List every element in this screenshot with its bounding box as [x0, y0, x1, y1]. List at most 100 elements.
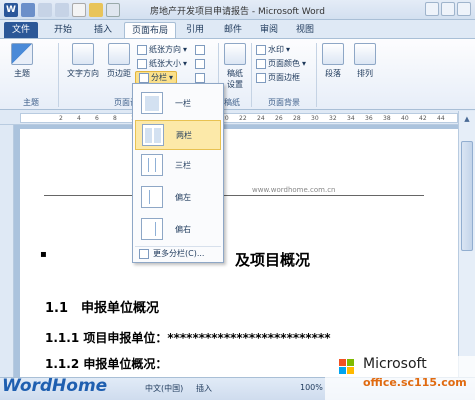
more-columns-item[interactable]: 更多分栏(C)...	[135, 246, 221, 260]
watermark-button[interactable]: 水印 ▾	[256, 43, 290, 56]
ruler-number: 24	[257, 115, 265, 122]
tab-insert[interactable]: 插入	[86, 22, 120, 38]
ruler-number: 22	[239, 115, 247, 122]
tab-review[interactable]: 审阅	[254, 22, 284, 38]
arrange-button[interactable]: 排列	[352, 43, 378, 79]
line-numbers-icon	[195, 58, 205, 69]
right-column-icon	[141, 218, 163, 240]
close-button[interactable]	[457, 2, 471, 16]
themes-icon	[11, 43, 33, 65]
group-separator	[58, 43, 59, 107]
page-color-button[interactable]: 页面颜色 ▾	[256, 57, 306, 70]
vertical-ruler[interactable]	[0, 125, 14, 385]
menu-item-three-columns[interactable]: 三栏	[135, 150, 221, 180]
print-preview-icon[interactable]	[106, 3, 120, 17]
maximize-button[interactable]	[441, 2, 455, 16]
microsoft-wordmark: Microsoft	[363, 356, 427, 372]
orientation-button[interactable]: 纸张方向 ▾	[137, 43, 187, 56]
menu-item-left[interactable]: 偏左	[135, 182, 221, 212]
size-button[interactable]: 纸张大小 ▾	[137, 57, 187, 70]
one-column-icon	[141, 92, 163, 114]
menu-item-one-column[interactable]: 一栏	[135, 88, 221, 118]
group-separator	[251, 43, 252, 107]
page-borders-button[interactable]: 页面边框	[256, 71, 300, 84]
minimize-button[interactable]	[425, 2, 439, 16]
chevron-down-icon: ▾	[183, 59, 188, 68]
document-page[interactable]: www.wordhome.com.cn ▪ 及项目概况 1.1 申报单位概况 1…	[20, 129, 458, 377]
orientation-icon	[137, 44, 147, 55]
language-status[interactable]: 中文(中国)	[145, 383, 183, 394]
columns-icon	[139, 72, 149, 83]
draft-group-label: 稿纸	[224, 98, 240, 107]
themes-button[interactable]: 主题	[8, 43, 36, 79]
tab-view[interactable]: 视图	[290, 22, 320, 38]
open-folder-icon[interactable]	[89, 3, 103, 17]
wordhome-logo: WordHome	[2, 376, 108, 396]
ribbon-tabs: 文件 开始 插入 页面布局 引用 邮件 审阅 视图	[0, 20, 475, 38]
page-color-icon	[256, 58, 266, 69]
draft-paper-icon	[224, 43, 246, 65]
breaks-icon	[195, 44, 205, 55]
ruler-number: 6	[95, 115, 99, 122]
new-doc-icon[interactable]	[72, 3, 86, 17]
horizontal-ruler[interactable]: 2468101214161820222426283032343638404244	[0, 111, 475, 125]
page-background-group-label: 页面背景	[268, 98, 300, 107]
page-size-icon	[137, 58, 147, 69]
document-area[interactable]: www.wordhome.com.cn ▪ 及项目概况 1.1 申报单位概况 1…	[14, 125, 458, 377]
heading-3-unit-overview: 1.1.2 申报单位概况：	[45, 357, 168, 371]
three-columns-icon	[141, 154, 163, 176]
menu-item-two-columns[interactable]: 两栏	[135, 120, 221, 150]
chevron-down-icon: ▾	[302, 59, 307, 68]
heading-1: 及项目概况	[235, 251, 311, 269]
group-separator	[316, 43, 317, 107]
insert-mode-status[interactable]: 插入	[196, 383, 212, 394]
ribbon: 主题 主题 文字方向 页边距 纸张方向 ▾ 纸张大小 ▾ 分栏 ▾ 页面设置 稿纸 设…	[0, 38, 475, 110]
watermark-icon	[256, 44, 266, 55]
tab-mailings[interactable]: 邮件	[218, 22, 248, 38]
page-borders-icon	[256, 72, 266, 83]
save-icon[interactable]	[21, 3, 35, 17]
chevron-down-icon: ▾	[183, 45, 188, 54]
columns-menu: 一栏 两栏 三栏 偏左 偏右 更多分栏(C)...	[132, 83, 224, 263]
line-numbers-button[interactable]	[195, 57, 205, 70]
columns-icon	[139, 248, 149, 259]
scroll-up-icon[interactable]: ▲	[461, 113, 473, 125]
vertical-scrollbar[interactable]: ▲	[458, 111, 475, 377]
tab-page-layout[interactable]: 页面布局	[124, 22, 176, 38]
ruler-number: 8	[113, 115, 117, 122]
tab-references[interactable]: 引用	[180, 22, 210, 38]
header-line	[44, 195, 424, 196]
ruler-number: 40	[401, 115, 409, 122]
windows-flag-icon	[339, 359, 355, 375]
ruler-number: 38	[383, 115, 391, 122]
draft-settings-button[interactable]: 稿纸 设置	[222, 43, 248, 90]
margins-icon	[108, 43, 130, 65]
hyphenation-icon	[195, 72, 205, 83]
menu-item-right[interactable]: 偏右	[135, 214, 221, 244]
ruler-number: 36	[365, 115, 373, 122]
window-title: 房地产开发项目申请报告 - Microsoft Word	[150, 7, 325, 17]
text-direction-button[interactable]: 文字方向	[63, 43, 103, 79]
site-url: office.sc115.com	[363, 376, 467, 389]
chevron-down-icon: ▾	[286, 45, 291, 54]
ruler-number: 2	[59, 115, 63, 122]
word-app-icon[interactable]: W	[4, 3, 18, 17]
scroll-thumb[interactable]	[461, 141, 473, 251]
ruler-number: 28	[293, 115, 301, 122]
margins-button[interactable]: 页边距	[105, 43, 133, 79]
ruler-number: 42	[419, 115, 427, 122]
two-columns-icon	[142, 124, 164, 146]
redo-icon[interactable]	[55, 3, 69, 17]
heading-3-project-unit: 1.1.1 项目申报单位：**************************	[45, 331, 331, 345]
undo-icon[interactable]	[38, 3, 52, 17]
breaks-button[interactable]	[195, 43, 205, 56]
tab-file[interactable]: 文件	[4, 22, 38, 38]
zoom-level[interactable]: 100%	[300, 383, 323, 392]
tab-home[interactable]: 开始	[46, 22, 80, 38]
quick-access-toolbar: W	[4, 3, 120, 17]
ruler-strip: 2468101214161820222426283032343638404244	[20, 113, 458, 123]
themes-group-label: 主题	[23, 98, 39, 107]
ruler-number: 30	[311, 115, 319, 122]
header-text: www.wordhome.com.cn	[252, 186, 336, 194]
paragraph-button[interactable]: 段落	[320, 43, 346, 79]
